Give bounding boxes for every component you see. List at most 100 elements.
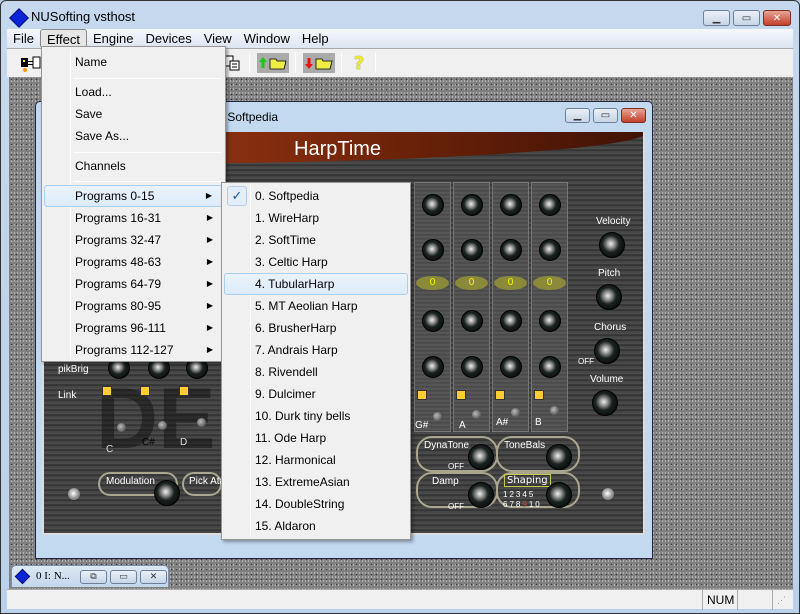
- knob-asharp-3[interactable]: [500, 310, 522, 332]
- knob-b-4[interactable]: [539, 356, 561, 378]
- shaping-selector-row2[interactable]: 678910: [503, 500, 542, 509]
- title-bar[interactable]: NUSofting vsthost ▁ ▭ ✕: [1, 1, 799, 29]
- knob-a-1[interactable]: [461, 194, 483, 216]
- menu-item-programs-48-63[interactable]: Programs 48-63 ▶: [44, 251, 223, 273]
- shaping-knob[interactable]: [546, 482, 572, 508]
- link-toggle-csharp[interactable]: [140, 386, 150, 396]
- menu-item-programs-0-15[interactable]: Programs 0-15 ▶: [44, 185, 223, 207]
- status-cell-empty: [737, 590, 772, 610]
- program-item-12[interactable]: 12. Harmonical: [224, 449, 408, 471]
- shaping-label: Shaping: [504, 474, 551, 487]
- menu-item-channels[interactable]: Channels: [44, 155, 223, 177]
- program-item-3[interactable]: 3. Celtic Harp: [224, 251, 408, 273]
- num-lock-indicator: NUM: [702, 590, 737, 610]
- tonebals-knob[interactable]: [546, 444, 572, 470]
- link-toggle-gsharp[interactable]: [417, 390, 427, 400]
- chorus-knob[interactable]: [594, 338, 620, 364]
- program-item-4[interactable]: 4. TubularHarp: [224, 273, 408, 295]
- menu-help[interactable]: Help: [296, 29, 335, 48]
- menu-item-programs-32-47[interactable]: Programs 32-47 ▶: [44, 229, 223, 251]
- left-option-button[interactable]: [68, 488, 80, 500]
- shaping-selector[interactable]: 12345: [503, 490, 535, 499]
- link-toggle-c[interactable]: [102, 386, 112, 396]
- led-d: [197, 418, 206, 427]
- pitch-label: Pitch: [598, 268, 621, 279]
- value-asharp[interactable]: 0: [494, 276, 527, 290]
- save-bank-down-icon[interactable]: [303, 53, 335, 73]
- knob-b-2[interactable]: [539, 239, 561, 261]
- knob-asharp-4[interactable]: [500, 356, 522, 378]
- menu-item-programs-64-79[interactable]: Programs 64-79 ▶: [44, 273, 223, 295]
- link-toggle-asharp[interactable]: [495, 390, 505, 400]
- menu-item-load[interactable]: Load...: [44, 81, 223, 103]
- program-item-13[interactable]: 13. ExtremeAsian: [224, 471, 408, 493]
- damp-knob[interactable]: [468, 482, 494, 508]
- channel-label-d: D: [180, 437, 188, 448]
- link-toggle-a[interactable]: [456, 390, 466, 400]
- knob-asharp-1[interactable]: [500, 194, 522, 216]
- chorus-label: Chorus: [594, 322, 627, 333]
- load-bank-up-icon[interactable]: [257, 53, 289, 73]
- right-option-button[interactable]: [602, 488, 614, 500]
- knob-gsharp-3[interactable]: [422, 310, 444, 332]
- value-b[interactable]: 0: [533, 276, 566, 290]
- knob-b-3[interactable]: [539, 310, 561, 332]
- resize-grip-icon[interactable]: ⋰: [772, 590, 793, 610]
- menu-item-programs-96-111[interactable]: Programs 96-111 ▶: [44, 317, 223, 339]
- program-item-1[interactable]: 1. WireHarp: [224, 207, 408, 229]
- menu-file[interactable]: File: [7, 29, 40, 48]
- program-item-10[interactable]: 10. Durk tiny bells: [224, 405, 408, 427]
- knob-asharp-2[interactable]: [500, 239, 522, 261]
- plugin-maximize-button[interactable]: ▭: [593, 108, 618, 123]
- link-toggle-b[interactable]: [534, 390, 544, 400]
- pitch-knob[interactable]: [596, 284, 622, 310]
- link-toggle-d[interactable]: [179, 386, 189, 396]
- plugin-minimize-button[interactable]: ▁: [565, 108, 590, 123]
- knob-b-1[interactable]: [539, 194, 561, 216]
- menu-item-save[interactable]: Save: [44, 103, 223, 125]
- plugin-name: HarpTime: [294, 138, 382, 160]
- minimize-button[interactable]: ▁: [703, 10, 730, 26]
- knob-a-3[interactable]: [461, 310, 483, 332]
- modulation-knob[interactable]: [154, 480, 180, 506]
- menu-item-programs-16-31[interactable]: Programs 16-31 ▶: [44, 207, 223, 229]
- program-item-6[interactable]: 6. BrusherHarp: [224, 317, 408, 339]
- maximize-button[interactable]: ▭: [733, 10, 760, 26]
- close-button[interactable]: ✕: [763, 10, 791, 26]
- dynatone-knob[interactable]: [468, 444, 494, 470]
- menu-item-name[interactable]: Name: [44, 51, 223, 73]
- plugin-connect-icon[interactable]: [19, 53, 43, 73]
- menu-window[interactable]: Window: [238, 29, 296, 48]
- program-item-0[interactable]: ✓ 0. Softpedia: [224, 185, 408, 207]
- minimized-window-tab[interactable]: 0 I: N... ⧉ ▭ ✕: [11, 565, 169, 587]
- value-gsharp[interactable]: 0: [416, 276, 449, 290]
- program-item-11[interactable]: 11. Ode Harp: [224, 427, 408, 449]
- submenu-arrow-icon: ▶: [206, 301, 213, 310]
- knob-a-2[interactable]: [461, 239, 483, 261]
- program-item-7[interactable]: 7. Andrais Harp: [224, 339, 408, 361]
- restore-button[interactable]: ⧉: [80, 570, 107, 584]
- info-icon: [14, 568, 31, 585]
- damp-label: Damp: [432, 476, 459, 487]
- velocity-knob[interactable]: [599, 232, 625, 258]
- knob-gsharp-1[interactable]: [422, 194, 444, 216]
- tab-maximize-button[interactable]: ▭: [110, 570, 137, 584]
- program-item-9[interactable]: 9. Dulcimer: [224, 383, 408, 405]
- plugin-close-button[interactable]: ✕: [621, 108, 646, 123]
- menu-item-programs-112-127[interactable]: Programs 112-127 ▶: [44, 339, 223, 361]
- value-a[interactable]: 0: [455, 276, 488, 290]
- menu-item-programs-80-95[interactable]: Programs 80-95 ▶: [44, 295, 223, 317]
- program-item-8[interactable]: 8. Rivendell: [224, 361, 408, 383]
- tab-close-button[interactable]: ✕: [140, 570, 167, 584]
- knob-a-4[interactable]: [461, 356, 483, 378]
- menu-item-save-as[interactable]: Save As...: [44, 125, 223, 147]
- help-icon[interactable]: ?: [349, 53, 369, 74]
- knob-gsharp-2[interactable]: [422, 239, 444, 261]
- channel-label-c: C: [106, 444, 114, 455]
- knob-gsharp-4[interactable]: [422, 356, 444, 378]
- program-item-5[interactable]: 5. MT Aeolian Harp: [224, 295, 408, 317]
- program-item-2[interactable]: 2. SoftTime: [224, 229, 408, 251]
- program-item-15[interactable]: 15. Aldaron: [224, 515, 408, 537]
- volume-knob[interactable]: [592, 390, 618, 416]
- program-item-14[interactable]: 14. DoubleString: [224, 493, 408, 515]
